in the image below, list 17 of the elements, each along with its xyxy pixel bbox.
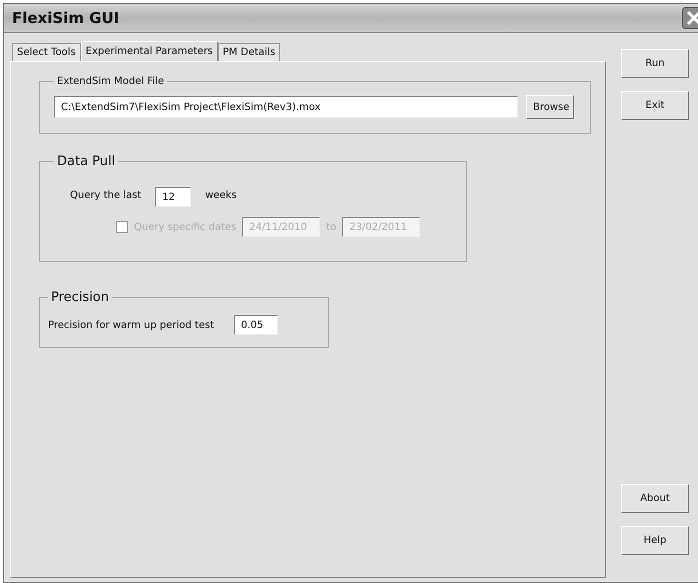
file-path-field[interactable]: C:\ExtendSim7\FlexiSim Project\FlexiSim(Rev3).mox — [54, 96, 518, 118]
field-label: Query the last — [70, 190, 142, 200]
group-title: ExtendSim Model File — [56, 76, 165, 87]
action-button[interactable]: Run — [621, 49, 689, 78]
precision-field[interactable]: 0.05 — [234, 315, 278, 335]
field-label: Precision for warm up period test — [48, 320, 214, 330]
action-button[interactable]: Help — [621, 526, 689, 555]
tab[interactable]: PM Details — [218, 43, 280, 61]
unit-label: weeks — [205, 190, 237, 200]
tab[interactable]: Experimental Parameters — [80, 41, 218, 61]
action-button[interactable]: About — [621, 484, 689, 513]
window-title: FlexiSim GUI — [12, 9, 120, 27]
group-title: Data Pull — [56, 154, 116, 169]
group-title: Precision — [50, 290, 110, 305]
tab[interactable]: Select Tools — [12, 43, 81, 61]
action-button[interactable]: Exit — [621, 91, 689, 120]
browse-button[interactable]: Browse — [526, 95, 574, 119]
